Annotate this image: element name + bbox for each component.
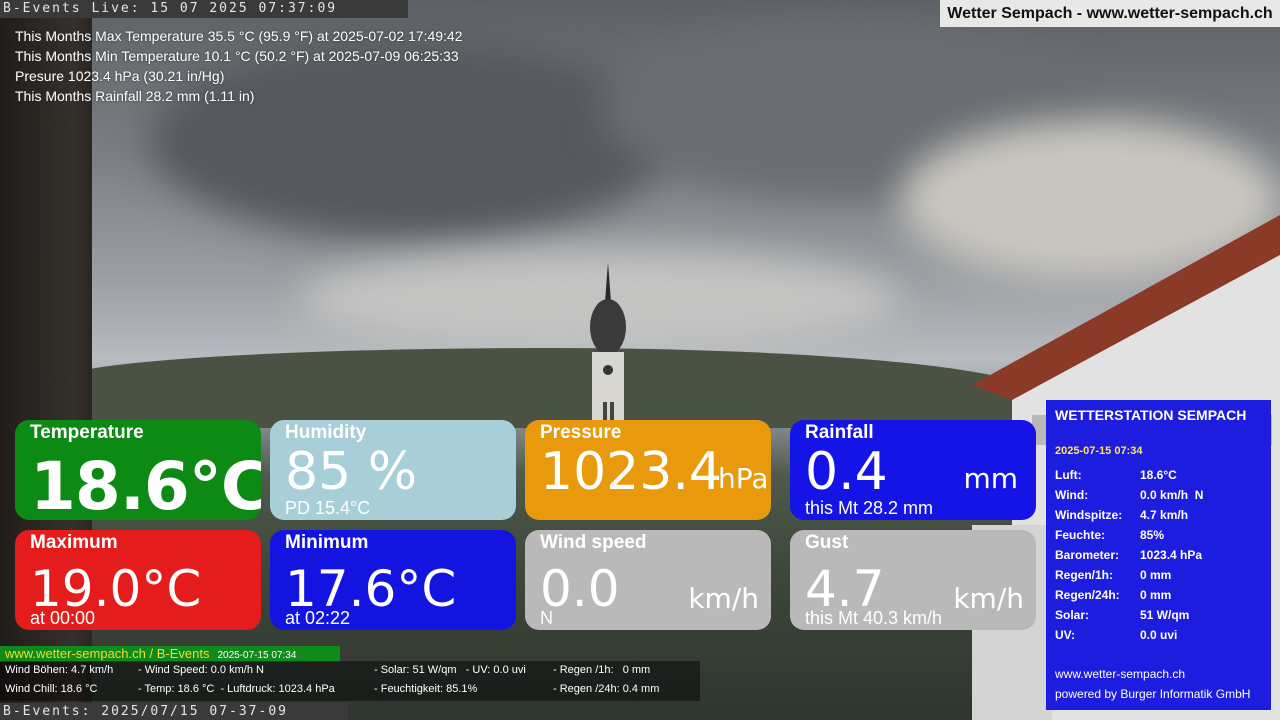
station-row: Barometer: 1023.4 hPa xyxy=(1055,545,1203,565)
reading-value: 18.6°C xyxy=(1140,468,1177,482)
station-panel: WETTERSTATION SEMPACH 2025-07-15 07:34 L… xyxy=(1046,400,1271,710)
humidity-tile: Humidity 85 % PD 15.4°C xyxy=(270,420,516,520)
ticker-rain-24h: - Regen /24h: 0.4 mm xyxy=(553,683,660,695)
reading-value: 51 W/qm xyxy=(1140,608,1190,622)
reading-value: 1023.4 hPa xyxy=(1140,548,1203,562)
minimum-title: Minimum xyxy=(285,532,369,553)
reading-key: Regen/24h: xyxy=(1055,588,1120,602)
ticker-solar-uv: - Solar: 51 W/qm - UV: 0.0 uvi xyxy=(374,664,526,676)
ticker-header: www.wetter-sempach.ch / B-Events 2025-07-… xyxy=(0,646,340,662)
ticker-panel: Wind Böhen: 4.7 km/h - Wind Speed: 0.0 k… xyxy=(0,661,700,701)
station-row: Regen/24h: 0 mm xyxy=(1055,585,1203,605)
station-row: Feuchte: 85% xyxy=(1055,525,1203,545)
temperature-title: Temperature xyxy=(30,422,144,443)
ticker-humidity: - Feuchtigkeit: 85.1% xyxy=(374,683,478,695)
station-site-link[interactable]: www.wetter-sempach.ch xyxy=(1055,664,1250,684)
rainfall-monthly: this Mt 28.2 mm xyxy=(805,498,934,518)
humidity-title: Humidity xyxy=(285,422,367,443)
station-credit: powered by Burger Informatik GmbH xyxy=(1055,687,1251,701)
pressure-tile: Pressure 1023.4 hPa xyxy=(525,420,771,520)
pressure-value: 1023.4 xyxy=(540,442,722,502)
reading-key: Barometer: xyxy=(1055,548,1120,562)
station-row: UV: 0.0 uvi xyxy=(1055,625,1203,645)
reading-value: 0.0 km/h N xyxy=(1140,488,1204,502)
church-tower xyxy=(590,262,626,432)
gust-tile: Gust 4.7 km/h this Mt 40.3 km/h xyxy=(790,530,1036,630)
humidity-value: 85 % xyxy=(285,442,418,502)
minimum-time: at 02:22 xyxy=(285,608,351,628)
rainfall-tile: Rainfall 0.4 mm this Mt 28.2 mm xyxy=(790,420,1036,520)
reading-key: UV: xyxy=(1055,628,1076,642)
monthly-pressure: Presure 1023.4 hPa (30.21 in/Hg) xyxy=(15,68,225,84)
pressure-unit: hPa xyxy=(718,462,769,495)
live-timestamp: B-Events Live: 15 07 2025 07:37:09 xyxy=(0,0,408,18)
station-footer: www.wetter-sempach.ch powered by Burger … xyxy=(1055,664,1250,704)
station-row: Windspitze: 4.7 km/h xyxy=(1055,505,1203,525)
reading-key: Feuchte: xyxy=(1055,528,1106,542)
station-timestamp: 2025-07-15 07:34 xyxy=(1055,445,1143,457)
station-readings: Luft: 18.6°C Wind: 0.0 km/h N Windspitze: 4… xyxy=(1055,465,1203,645)
station-row: Wind: 0.0 km/h N xyxy=(1055,485,1203,505)
pressure-title: Pressure xyxy=(540,422,622,443)
maximum-tile: Maximum 19.0°C at 00:00 xyxy=(15,530,261,630)
reading-key: Wind: xyxy=(1055,488,1089,502)
reading-key: Luft: xyxy=(1055,468,1082,482)
humidity-dewpoint: PD 15.4°C xyxy=(285,498,371,518)
minimum-tile: Minimum 17.6°C at 02:22 xyxy=(270,530,516,630)
monthly-rainfall: This Months Rainfall 28.2 mm (1.11 in) xyxy=(15,88,255,104)
monthly-min-temp: This Months Min Temperature 10.1 °C (50.… xyxy=(15,48,459,64)
gust-monthly: this Mt 40.3 km/h xyxy=(805,608,943,628)
station-title: WETTERSTATION SEMPACH xyxy=(1055,407,1247,423)
wind-direction: N xyxy=(540,608,553,628)
wind-speed-unit: km/h xyxy=(688,582,759,615)
ticker-date: 2025-07-15 07:34 xyxy=(217,650,297,661)
monthly-max-temp: This Months Max Temperature 35.5 °C (95.… xyxy=(15,28,463,44)
reading-value: 0 mm xyxy=(1140,568,1172,582)
reading-key: Regen/1h: xyxy=(1055,568,1114,582)
footer-timestamp: B-Events: 2025/07/15 07-37-09 xyxy=(0,703,348,720)
rainfall-title: Rainfall xyxy=(805,422,874,443)
maximum-time: at 00:00 xyxy=(30,608,96,628)
wind-speed-title: Wind speed xyxy=(540,532,647,553)
monthly-summary: This Months Max Temperature 35.5 °C (95.… xyxy=(15,26,463,106)
reading-value: 0 mm xyxy=(1140,588,1172,602)
station-row: Luft: 18.6°C xyxy=(1055,465,1203,485)
reading-key: Solar: xyxy=(1055,608,1090,622)
gust-unit: km/h xyxy=(953,582,1024,615)
site-title: Wetter Sempach - www.wetter-sempach.ch xyxy=(940,0,1280,27)
gust-title: Gust xyxy=(805,532,849,553)
ticker-wind-speed: - Wind Speed: 0.0 km/h N xyxy=(138,664,264,676)
rainfall-unit: mm xyxy=(963,462,1018,495)
reading-value: 4.7 km/h xyxy=(1140,508,1189,522)
rainfall-value: 0.4 xyxy=(805,442,888,502)
ticker-wind-gust: Wind Böhen: 4.7 km/h xyxy=(5,664,114,676)
reading-value: 0.0 uvi xyxy=(1140,628,1178,642)
ticker-site[interactable]: www.wetter-sempach.ch / B-Events xyxy=(5,646,209,661)
ticker-rain-1h: - Regen /1h: 0 mm xyxy=(553,664,651,676)
reading-value: 85% xyxy=(1140,528,1165,542)
wind-speed-tile: Wind speed 0.0 km/h N xyxy=(525,530,771,630)
temperature-tile: Temperature 18.6°C xyxy=(15,420,261,520)
maximum-title: Maximum xyxy=(30,532,118,553)
reading-key: Windspitze: xyxy=(1055,508,1123,522)
temperature-value: 18.6°C xyxy=(30,448,261,520)
ticker-temp-pressure: - Temp: 18.6 °C - Luftdruck: 1023.4 hPa xyxy=(138,683,335,695)
station-row: Regen/1h: 0 mm xyxy=(1055,565,1203,585)
station-row: Solar: 51 W/qm xyxy=(1055,605,1203,625)
ticker-wind-chill: Wind Chill: 18.6 °C xyxy=(5,683,98,695)
